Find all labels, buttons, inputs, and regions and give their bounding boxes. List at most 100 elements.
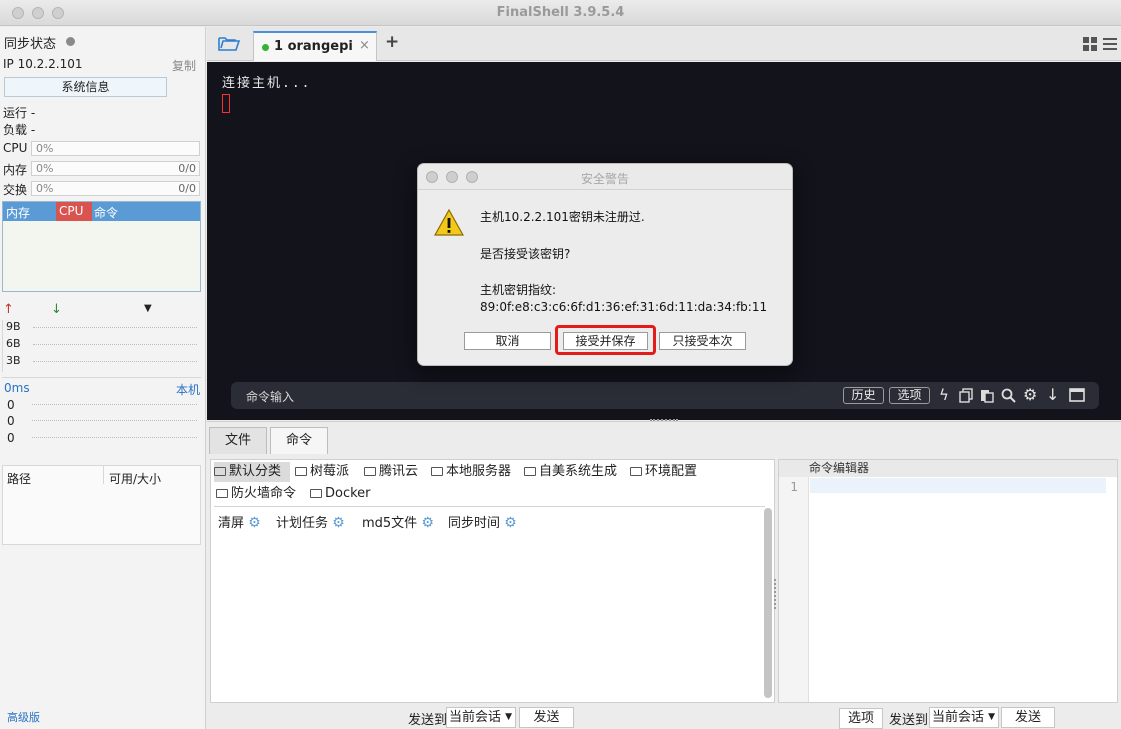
menu-icon[interactable] xyxy=(1103,37,1117,51)
gridline xyxy=(32,420,197,421)
chevron-down-icon: ▼ xyxy=(988,712,995,722)
session-tab-bar: 1 orangepi × + xyxy=(207,27,1121,61)
gear-icon[interactable]: ⚙ xyxy=(421,515,434,531)
editor-send-target-select[interactable]: 当前会话 ▼ xyxy=(929,707,999,728)
category-env-config[interactable]: 环境配置 xyxy=(630,462,697,482)
send-to-label: 发送到 xyxy=(408,713,448,728)
search-icon[interactable] xyxy=(1001,388,1016,403)
send-target-select[interactable]: 当前会话 ▼ xyxy=(446,707,516,728)
folder-icon xyxy=(524,467,536,476)
col-command[interactable]: 命令 xyxy=(94,204,118,221)
command-editor: 命令编辑器 1 xyxy=(778,459,1118,703)
cpu-bar: 0% xyxy=(31,141,200,156)
terminal-cursor xyxy=(222,94,230,113)
dialog-title-bar: 安全警告 xyxy=(418,164,792,190)
gear-icon[interactable]: ⚙ xyxy=(504,515,517,531)
arrow-down-icon[interactable]: ↓ xyxy=(1046,385,1059,404)
disk-table: 路径 可用/大小 xyxy=(2,465,201,545)
command-item[interactable]: 清屏 ⚙ xyxy=(218,512,261,531)
chevron-down-icon: ▼ xyxy=(505,712,512,722)
col-available-size[interactable]: 可用/大小 xyxy=(109,470,161,487)
tab-files[interactable]: 文件 xyxy=(209,427,267,454)
gridline xyxy=(33,344,197,345)
gridline xyxy=(33,327,197,328)
gridline xyxy=(32,404,197,405)
command-item[interactable]: 同步时间 ⚙ xyxy=(448,512,517,531)
folder-icon xyxy=(431,467,443,476)
dialog-fingerprint-label: 主机密钥指纹: xyxy=(480,283,557,297)
swap-label: 交换 xyxy=(3,183,28,197)
copy-ip-link[interactable]: 复制 xyxy=(172,57,196,74)
category-firewall[interactable]: 防火墙命令 xyxy=(216,484,296,504)
copy-icon[interactable] xyxy=(959,388,973,403)
lightning-icon[interactable]: ϟ xyxy=(939,386,949,404)
gear-icon[interactable]: ⚙ xyxy=(332,515,345,531)
send-button[interactable]: 发送 xyxy=(519,707,574,728)
interface-dropdown-icon[interactable]: ▼ xyxy=(144,303,152,314)
command-input[interactable]: 命令输入 xyxy=(246,388,294,405)
column-divider xyxy=(103,466,104,484)
category-auto-generated[interactable]: 自美系统生成 xyxy=(524,462,617,482)
app-title: FinalShell 3.9.5.4 xyxy=(496,5,625,20)
close-tab-icon[interactable]: × xyxy=(359,38,370,53)
system-info-button[interactable]: 系统信息 xyxy=(4,77,167,97)
folder-icon xyxy=(310,489,322,498)
load-label: 负载 - xyxy=(3,123,36,137)
gear-icon[interactable]: ⚙ xyxy=(1023,385,1037,404)
command-item[interactable]: md5文件 ⚙ xyxy=(362,512,434,531)
window-icon[interactable] xyxy=(1069,388,1085,402)
advanced-edition-link[interactable]: 高级版 xyxy=(7,709,40,725)
add-tab-icon[interactable]: + xyxy=(385,32,399,52)
sync-status-indicator xyxy=(66,37,75,46)
net-tick: 9B xyxy=(6,320,21,333)
command-editor-title: 命令编辑器 xyxy=(779,460,1117,477)
cancel-button[interactable]: 取消 xyxy=(464,332,551,350)
category-local-server[interactable]: 本地服务器 xyxy=(431,462,511,482)
send-target-value: 当前会话 xyxy=(449,710,502,725)
folder-open-icon[interactable] xyxy=(218,35,240,52)
swap-usage: 0/0 xyxy=(178,182,196,195)
security-warning-dialog: 安全警告 主机10.2.2.101密钥未注册过. 是否接受该密钥? 主机密钥指纹… xyxy=(417,163,793,366)
left-sidebar: 同步状态 IP 10.2.2.101 复制 系统信息 运行 - 负载 - CPU… xyxy=(0,27,206,729)
paste-icon[interactable] xyxy=(980,388,994,403)
net-tick: 6B xyxy=(6,337,21,350)
col-cpu[interactable]: CPU xyxy=(59,204,83,218)
editor-send-button[interactable]: 发送 xyxy=(1001,707,1055,728)
editor-options-button[interactable]: 选项 xyxy=(839,708,883,729)
net-tick: 3B xyxy=(6,354,21,367)
category-docker[interactable]: Docker xyxy=(310,484,371,504)
uptime-label: 运行 - xyxy=(3,106,36,120)
command-editor-input[interactable] xyxy=(810,478,1106,493)
gear-icon[interactable]: ⚙ xyxy=(248,515,261,531)
editor-send-to-label: 发送到 xyxy=(889,713,929,728)
bottom-panel: 文件 命令 默认分类 树莓派 腾讯云 本地服务器 自美系统生成 环境配置 防火墙… xyxy=(207,419,1121,729)
latency-target[interactable]: 本机 xyxy=(176,381,200,398)
accept-once-button[interactable]: 只接受本次 xyxy=(659,332,746,350)
accept-and-save-button[interactable]: 接受并保存 xyxy=(563,332,648,350)
col-path[interactable]: 路径 xyxy=(7,470,31,487)
latency-tick: 0 xyxy=(7,398,15,412)
category-raspberry-pi[interactable]: 树莓派 xyxy=(295,462,349,482)
folder-icon xyxy=(630,467,642,476)
options-button[interactable]: 选项 xyxy=(889,387,930,404)
col-memory[interactable]: 内存 xyxy=(6,204,30,221)
split-handle-vertical[interactable] xyxy=(774,579,776,609)
history-button[interactable]: 历史 xyxy=(843,387,884,404)
session-tab[interactable]: 1 orangepi × xyxy=(253,31,377,61)
folder-icon xyxy=(216,489,228,498)
category-default[interactable]: 默认分类 xyxy=(214,462,290,482)
split-handle[interactable] xyxy=(650,419,678,421)
process-table-header: 内存 CPU 命令 xyxy=(3,202,200,221)
folder-icon xyxy=(364,467,376,476)
command-item[interactable]: 计划任务 ⚙ xyxy=(276,512,345,531)
command-list-scrollbar[interactable] xyxy=(764,508,772,698)
grid-layout-icon[interactable] xyxy=(1083,37,1098,51)
gridline xyxy=(33,361,197,362)
gridline xyxy=(32,437,197,438)
command-input-bar[interactable]: 命令输入 历史 选项 ϟ ⚙ ↓ xyxy=(231,382,1099,409)
tab-commands[interactable]: 命令 xyxy=(270,427,328,454)
command-panel: 默认分类 树莓派 腾讯云 本地服务器 自美系统生成 环境配置 防火墙命令 Doc… xyxy=(210,459,775,703)
category-tencent-cloud[interactable]: 腾讯云 xyxy=(364,462,418,482)
latency-tick: 0 xyxy=(7,414,15,428)
network-graph: 9B 6B 3B xyxy=(2,320,201,372)
